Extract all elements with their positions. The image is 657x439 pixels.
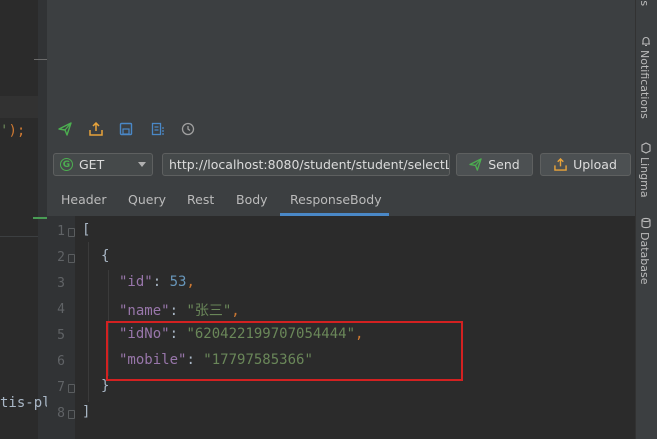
line-number: 8 xyxy=(57,406,65,421)
fold-marker[interactable] xyxy=(68,410,75,419)
toolbar xyxy=(47,118,347,142)
highlight-annotation-box xyxy=(106,321,463,381)
history-icon[interactable] xyxy=(178,118,198,140)
json-field-id: "id": 53, xyxy=(119,274,195,290)
fold-marker[interactable] xyxy=(68,254,75,263)
url-input[interactable]: http://localhost:8080/student/student/se… xyxy=(162,153,450,176)
json-key: "name" xyxy=(119,303,170,319)
fold-marker[interactable] xyxy=(68,384,75,393)
line-number: 3 xyxy=(57,276,65,291)
upload-label: Upload xyxy=(573,157,617,172)
request-tabs: Header Query Rest Body ResponseBody xyxy=(47,186,635,216)
line-number: 1 xyxy=(57,224,65,239)
sidebar-item-lingma[interactable]: Lingma xyxy=(638,157,651,198)
lingma-icon xyxy=(639,141,653,155)
send-label: Send xyxy=(488,157,520,172)
save-icon[interactable] xyxy=(116,118,136,140)
upload-button[interactable]: Upload xyxy=(540,153,631,176)
json-field-name: "name": "张三", xyxy=(119,303,240,319)
export-icon[interactable] xyxy=(86,118,106,140)
tab-rest[interactable]: Rest xyxy=(187,192,214,207)
send-button[interactable]: Send xyxy=(456,153,533,176)
send-icon xyxy=(469,158,482,171)
tab-query[interactable]: Query xyxy=(128,192,166,207)
sidebar-item-database[interactable]: Database xyxy=(638,232,651,285)
line-number: 6 xyxy=(57,354,65,369)
json-value: 53 xyxy=(169,274,187,290)
sidebar-partial-label[interactable]: ts xyxy=(638,0,651,6)
database-icon xyxy=(639,216,653,230)
code-fragment: '); xyxy=(0,123,26,139)
tab-responsebody[interactable]: ResponseBody xyxy=(290,192,382,207)
method-label: GET xyxy=(79,157,105,172)
line-number: 7 xyxy=(57,380,65,395)
line-number: 4 xyxy=(57,302,65,317)
method-icon: G xyxy=(60,158,73,171)
json-open-brace: { xyxy=(101,248,110,264)
method-select[interactable]: G GET xyxy=(53,153,153,176)
chevron-down-icon xyxy=(138,162,146,167)
json-key: "id" xyxy=(119,274,153,290)
code-fragment-rest: ); xyxy=(8,123,26,139)
line-number: 5 xyxy=(57,328,65,343)
upload-icon xyxy=(554,158,567,171)
bell-icon xyxy=(639,34,653,48)
list-icon[interactable] xyxy=(148,118,168,140)
fold-marker[interactable] xyxy=(68,228,75,237)
json-value: "张三" xyxy=(186,303,232,319)
line-number: 2 xyxy=(57,250,65,265)
code-fragment-tail: tis-pl xyxy=(0,395,51,411)
send-icon[interactable] xyxy=(55,118,75,140)
json-open-bracket: [ xyxy=(82,222,91,238)
divider xyxy=(0,236,38,237)
current-line-highlight xyxy=(0,96,38,118)
sidebar-item-notifications[interactable]: Notifications xyxy=(638,50,651,119)
gutter-marker xyxy=(34,59,47,60)
change-marker xyxy=(33,217,47,219)
indent-guide xyxy=(88,242,89,402)
tab-header[interactable]: Header xyxy=(61,192,107,207)
json-close-bracket: ] xyxy=(82,404,91,420)
right-tool-sidebar: ts Notifications Lingma Database xyxy=(635,0,657,439)
tab-body[interactable]: Body xyxy=(236,192,268,207)
left-editor-gutter xyxy=(38,0,47,439)
